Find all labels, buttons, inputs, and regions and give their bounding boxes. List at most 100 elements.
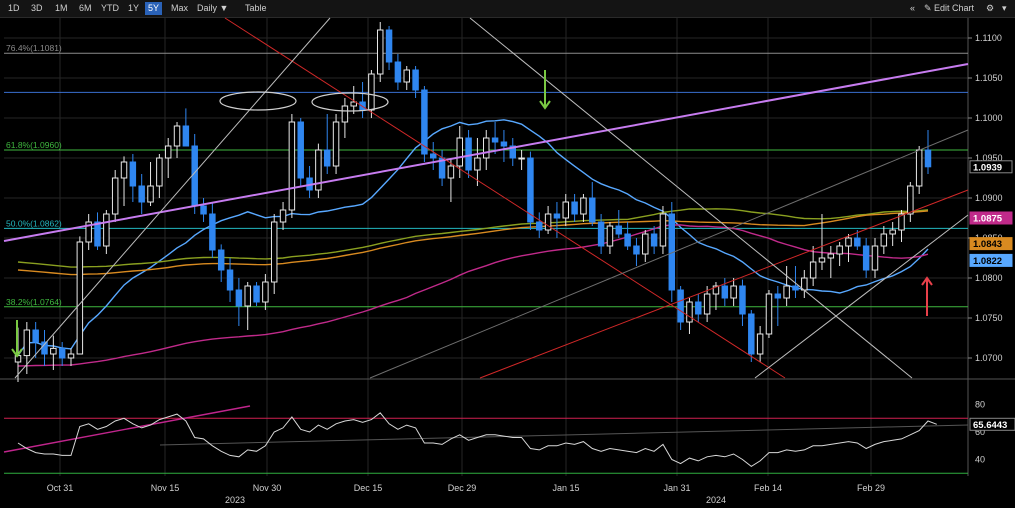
candle-body bbox=[403, 69, 410, 83]
price-tick-label: 1.0900 bbox=[975, 193, 1003, 203]
candle-body bbox=[686, 301, 693, 323]
candle-body bbox=[756, 333, 764, 355]
candle-body bbox=[809, 261, 817, 279]
year-label: 2024 bbox=[706, 495, 726, 505]
candle-body bbox=[465, 137, 472, 171]
candle-body bbox=[818, 257, 826, 263]
date-tick-label: Oct 31 bbox=[47, 483, 74, 493]
fib-level-label: 50.0%(1.0862) bbox=[6, 218, 62, 228]
candle-body bbox=[253, 285, 260, 303]
candle-body bbox=[297, 121, 304, 179]
candle-body bbox=[76, 241, 84, 355]
candle-body bbox=[606, 225, 614, 247]
date-tick-label: Jan 15 bbox=[552, 483, 579, 493]
candle-body bbox=[553, 213, 561, 219]
candle-body bbox=[765, 293, 773, 335]
candle-body bbox=[94, 221, 101, 247]
candle-body bbox=[14, 355, 22, 363]
price-tick-label: 1.0700 bbox=[975, 353, 1003, 363]
candle-body bbox=[191, 145, 198, 207]
candle-body bbox=[845, 237, 852, 247]
candle-body bbox=[907, 185, 914, 215]
candle-body bbox=[156, 157, 163, 187]
candle-body bbox=[597, 221, 605, 247]
candle-body bbox=[862, 245, 870, 271]
price-chart: 76.4%(1.1081) 61.8%(1.0960) 50.0%(1.0862) 3… bbox=[0, 17, 1015, 508]
candle-body bbox=[571, 201, 578, 215]
candle-body bbox=[368, 73, 375, 111]
date-tick-label: Nov 15 bbox=[151, 483, 180, 493]
candle-body bbox=[889, 229, 896, 235]
date-tick-label: Dec 15 bbox=[354, 483, 383, 493]
candle-body bbox=[871, 245, 879, 271]
candle-body bbox=[244, 285, 251, 307]
candle-body bbox=[589, 197, 596, 223]
candle-body bbox=[544, 213, 552, 231]
candle-body bbox=[412, 69, 419, 91]
date-tick-label: Feb 29 bbox=[857, 483, 885, 493]
candle-body bbox=[350, 101, 357, 107]
date-tick-label: Nov 30 bbox=[253, 483, 282, 493]
candle-body bbox=[650, 233, 658, 247]
fib-level-label: 38.2%(1.0764) bbox=[6, 297, 62, 307]
candle-body bbox=[783, 285, 790, 299]
candle-body bbox=[721, 285, 729, 299]
candle-body bbox=[500, 141, 508, 147]
candle-body bbox=[633, 245, 640, 255]
candle-body bbox=[288, 121, 296, 211]
candle-body bbox=[200, 205, 207, 215]
candle-body bbox=[103, 213, 110, 247]
candle-body bbox=[562, 201, 570, 219]
indicator-tick-label: 80 bbox=[975, 400, 985, 410]
candle-body bbox=[430, 153, 437, 159]
candle-body bbox=[323, 149, 331, 167]
candle-body bbox=[774, 293, 782, 299]
date-tick-label: Jan 31 bbox=[663, 483, 690, 493]
candle-body bbox=[491, 137, 499, 143]
candle-body bbox=[120, 161, 128, 179]
candle-body bbox=[67, 353, 75, 359]
candle-body bbox=[385, 29, 393, 63]
candle-body bbox=[209, 213, 216, 251]
candle-body bbox=[730, 285, 737, 299]
candle-body bbox=[527, 157, 534, 223]
price-tick-label: 1.1100 bbox=[975, 33, 1002, 43]
candle-body bbox=[394, 61, 402, 83]
candle-body bbox=[659, 213, 667, 247]
candle-body bbox=[32, 329, 39, 343]
candle-body bbox=[332, 121, 340, 167]
candle-body bbox=[827, 253, 835, 259]
candle-body bbox=[880, 233, 888, 247]
candle-body bbox=[739, 285, 746, 315]
candle-body bbox=[695, 301, 702, 315]
candle-body bbox=[173, 125, 181, 147]
candle-body bbox=[677, 289, 684, 323]
price-tag-value: 1.0875 bbox=[973, 214, 1003, 225]
candle-body bbox=[270, 221, 278, 283]
date-tick-label: Dec 29 bbox=[448, 483, 477, 493]
candle-body bbox=[138, 185, 145, 203]
candle-body bbox=[226, 269, 234, 291]
candle-body bbox=[518, 157, 525, 160]
candle-body bbox=[536, 221, 543, 231]
candle-body bbox=[474, 157, 481, 171]
candle-body bbox=[111, 177, 119, 215]
candle-body bbox=[456, 137, 463, 167]
candle-body bbox=[129, 161, 137, 187]
candle-body bbox=[262, 281, 269, 303]
candle-body bbox=[182, 125, 190, 147]
candle-body bbox=[217, 249, 225, 271]
candle-body bbox=[792, 285, 799, 291]
price-tag-value: 1.0939 bbox=[973, 162, 1002, 173]
fib-level-label: 61.8%(1.0960) bbox=[6, 140, 62, 150]
candle-body bbox=[147, 185, 154, 203]
candle-body bbox=[615, 225, 623, 235]
date-tick-label: Feb 14 bbox=[754, 483, 782, 493]
candle-body bbox=[58, 347, 66, 359]
indicator-tick-label: 40 bbox=[975, 455, 985, 465]
candle-body bbox=[235, 289, 243, 307]
candle-body bbox=[341, 105, 349, 123]
indicator-value-label: 65.6443 bbox=[973, 420, 1007, 431]
candle-body bbox=[279, 209, 287, 223]
candle-body bbox=[642, 233, 649, 255]
